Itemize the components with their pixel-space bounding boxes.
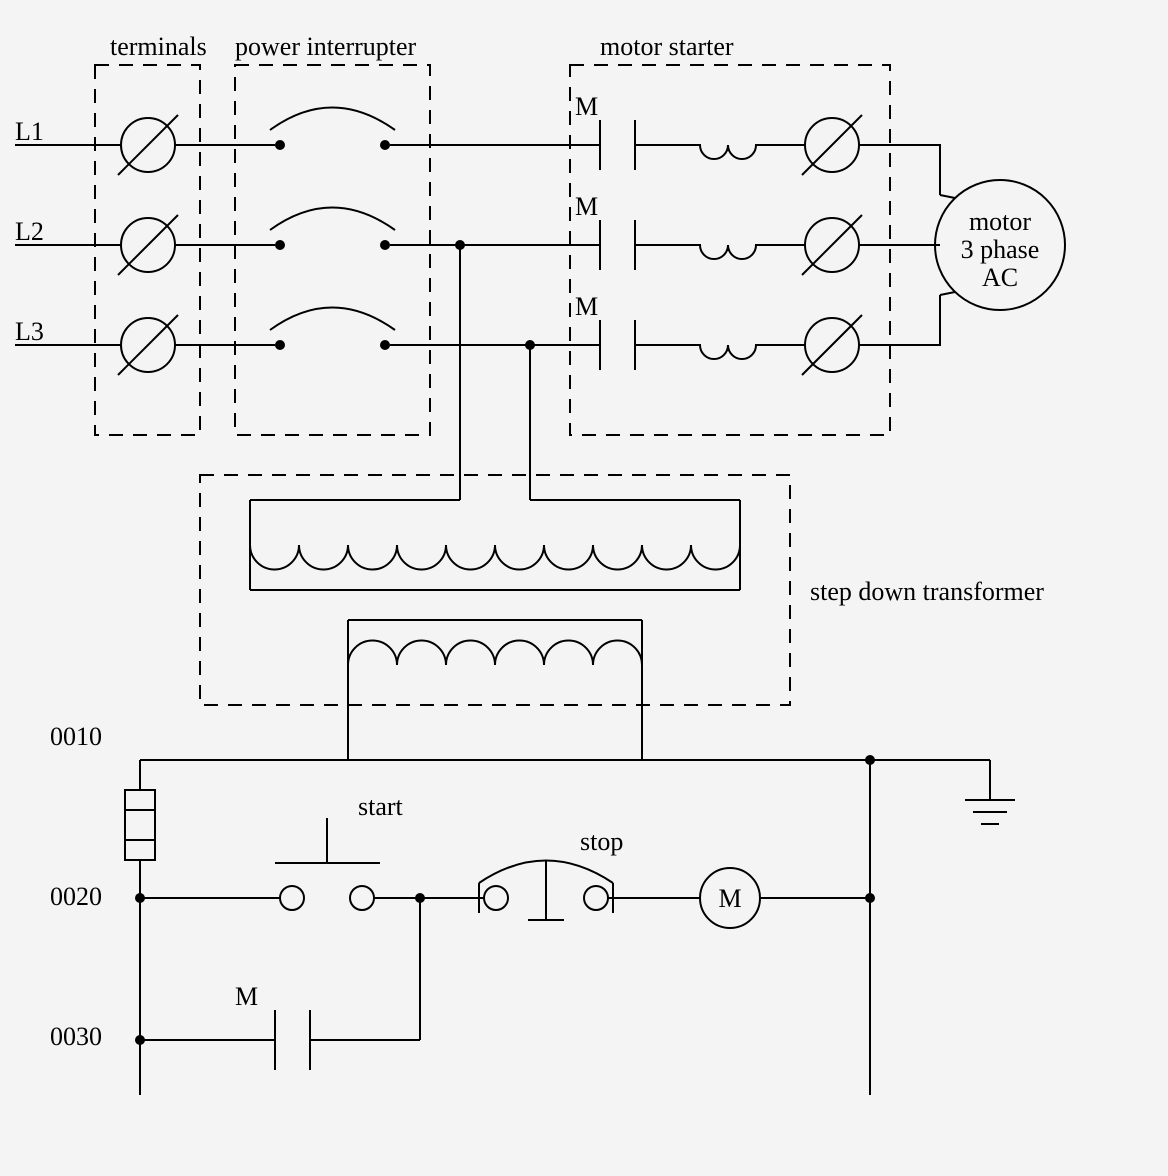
label-L2: L2 (15, 217, 44, 246)
label-rung-0010: 0010 (50, 722, 102, 751)
label-power-interrupter: power interrupter (235, 32, 417, 61)
label-L3: L3 (15, 317, 44, 346)
label-motor-starter: motor starter (600, 32, 734, 61)
label-stop: stop (580, 827, 623, 856)
motor-control-schematic: terminals power interrupter motor starte… (0, 0, 1168, 1176)
motor-text-1: motor (969, 207, 1031, 236)
label-M-contact1: M (575, 92, 598, 121)
label-M-contact2: M (575, 192, 598, 221)
label-transformer: step down transformer (810, 577, 1044, 606)
label-M-contact3: M (575, 292, 598, 321)
label-start: start (358, 792, 404, 821)
label-L1: L1 (15, 117, 44, 146)
label-rung-0020: 0020 (50, 882, 102, 911)
label-rung-0030: 0030 (50, 1022, 102, 1051)
svg-text:M: M (718, 884, 741, 913)
label-terminals: terminals (110, 32, 207, 61)
motor-text-3: AC (982, 263, 1018, 292)
motor-text-2: 3 phase (961, 235, 1040, 264)
label-contact-M: M (235, 982, 258, 1011)
